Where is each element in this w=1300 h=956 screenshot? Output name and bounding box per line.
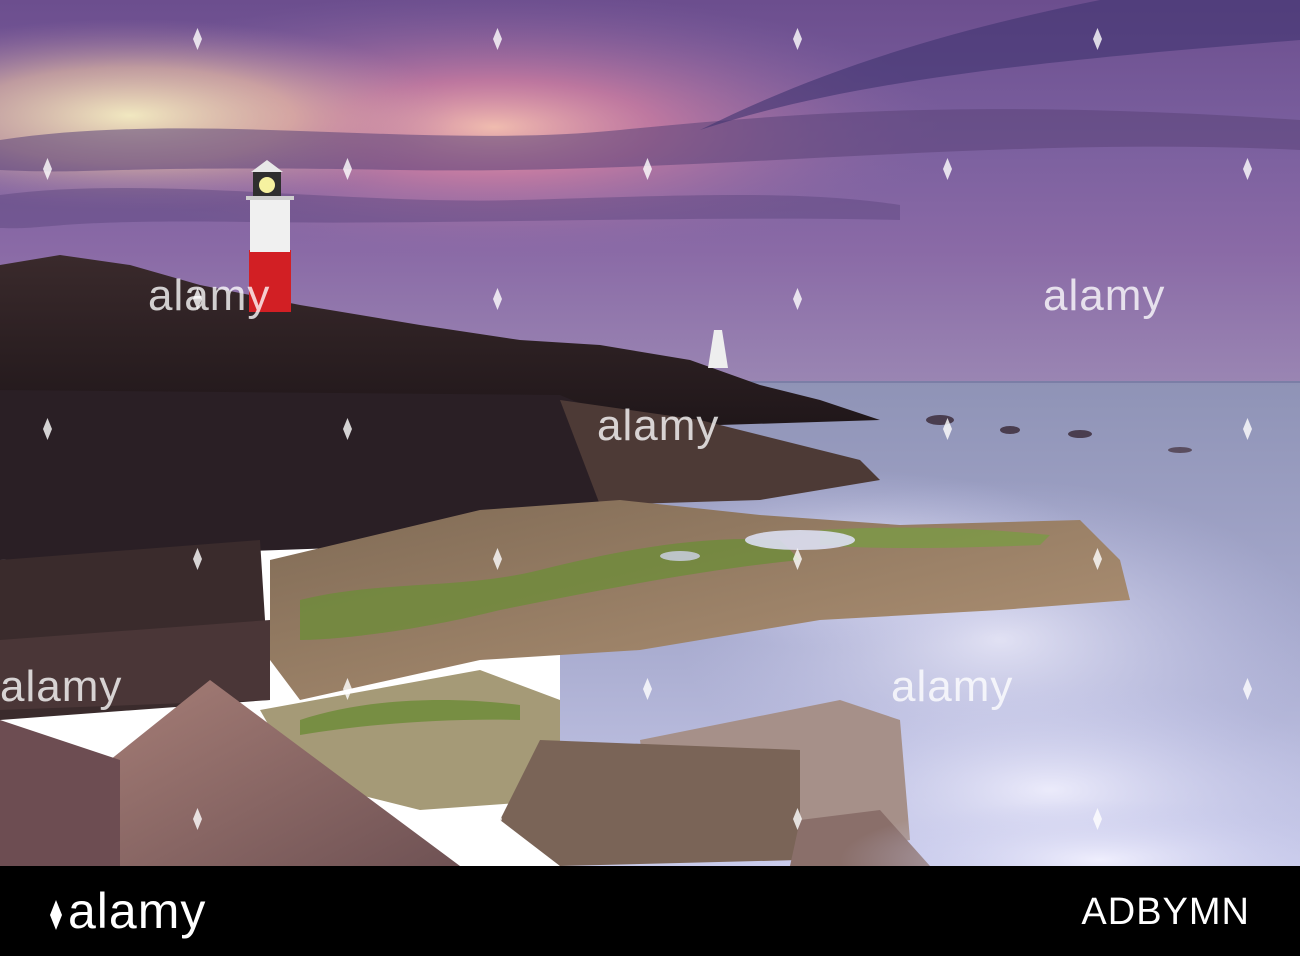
diamond-icon (793, 28, 802, 50)
diamond-icon (1243, 418, 1252, 440)
diamond-icon (793, 808, 802, 830)
diamond-icon (1093, 28, 1102, 50)
watermark-text: alamy (148, 271, 271, 320)
image-id: ADBYMN (1081, 891, 1250, 933)
diamond-icon (343, 678, 352, 700)
diamond-icon (1093, 548, 1102, 570)
watermark-text: alamy (891, 662, 1014, 711)
diamond-icon (343, 418, 352, 440)
diamond-icon (43, 418, 52, 440)
diamond-icon (493, 28, 502, 50)
diamond-icon (643, 678, 652, 700)
alamy-logo[interactable]: alamy (50, 886, 206, 936)
footer-bar: alamy ADBYMN (0, 866, 1300, 956)
diamond-icon (43, 158, 52, 180)
logo-text: alamy (68, 883, 207, 939)
diamond-icon (793, 288, 802, 310)
diamond-icon (643, 158, 652, 180)
diamond-icon (943, 418, 952, 440)
watermark-text: alamy (0, 662, 123, 711)
diamond-icon (193, 28, 202, 50)
diamond-icon (493, 548, 502, 570)
diamond-icon (50, 899, 62, 930)
watermark-text: alamy (1043, 271, 1166, 320)
diamond-icon (193, 548, 202, 570)
diamond-icon (1093, 808, 1102, 830)
diamond-icon (1243, 678, 1252, 700)
diamond-icon (1243, 158, 1252, 180)
diamond-icon (943, 158, 952, 180)
diamond-icon (343, 158, 352, 180)
diamond-icon (193, 808, 202, 830)
diamond-icon (493, 808, 502, 830)
diamond-icon (793, 548, 802, 570)
diamond-icon (493, 288, 502, 310)
watermark-text: alamy (597, 401, 720, 450)
photo: alamy alamy alamy alamy alamy (0, 0, 1300, 866)
